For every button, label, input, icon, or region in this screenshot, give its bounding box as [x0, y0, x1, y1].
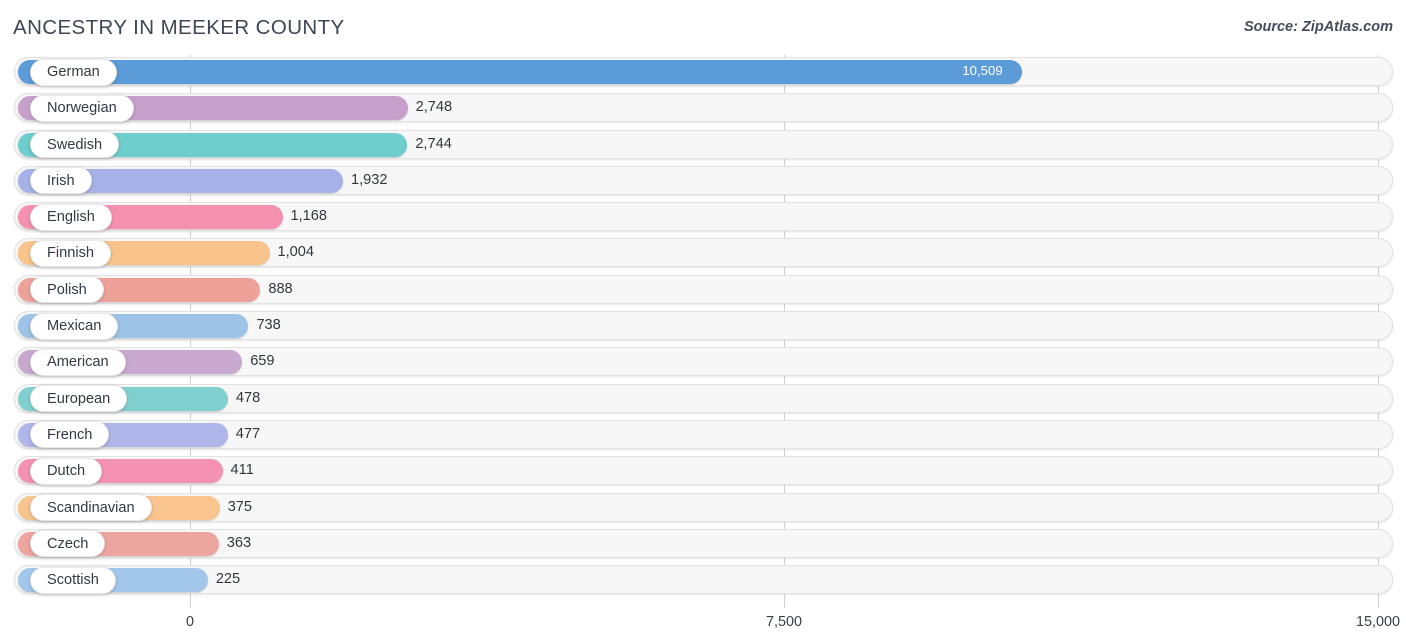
- x-axis: 0 7,500 15,000: [0, 608, 1406, 644]
- bar-value-label: 2,744: [415, 135, 452, 152]
- category-label: English: [47, 209, 95, 226]
- chart-row[interactable]: American 659: [0, 345, 1406, 381]
- category-label-pill[interactable]: German: [30, 58, 117, 86]
- chart-row[interactable]: European 478: [0, 382, 1406, 418]
- category-label-pill[interactable]: European: [30, 385, 128, 413]
- category-label-pill[interactable]: French: [30, 421, 110, 449]
- bar-value-label: 375: [227, 498, 253, 515]
- category-label: Scandinavian: [47, 499, 135, 516]
- chart-row[interactable]: Finnish 1,004: [0, 236, 1406, 272]
- category-label-pill[interactable]: Irish: [30, 167, 92, 195]
- category-label: Polish: [47, 281, 87, 298]
- category-label-pill[interactable]: Polish: [30, 276, 104, 304]
- bar-value-label: 411: [230, 462, 254, 479]
- chart-row[interactable]: English 1,168: [0, 200, 1406, 236]
- category-label-pill[interactable]: Norwegian: [30, 94, 134, 122]
- source-attribution: Source: ZipAtlas.com: [1243, 19, 1393, 35]
- bar-value-label: 2,748: [415, 99, 453, 116]
- category-label-pill[interactable]: English: [30, 203, 112, 231]
- bar-value-label: 738: [256, 317, 281, 334]
- chart-row[interactable]: Norwegian 2,748: [0, 91, 1406, 127]
- category-label: Norwegian: [47, 100, 117, 117]
- category-label: Dutch: [47, 463, 86, 480]
- bar-value-label: 10,509: [962, 63, 1003, 78]
- category-label: French: [47, 426, 93, 443]
- chart-row[interactable]: Swedish 2,744: [0, 128, 1406, 164]
- bar[interactable]: [18, 60, 1023, 84]
- chart-row[interactable]: Czech 363: [0, 527, 1406, 563]
- bar-rows: German 10,509 Norwegian 2,748 Swedish 2,744 Ir…: [0, 55, 1406, 599]
- bar-value-label: 225: [215, 571, 241, 588]
- category-label-pill[interactable]: Swedish: [30, 131, 120, 159]
- bar-value-label: 1,168: [290, 208, 328, 225]
- bar-value-label: 478: [235, 389, 261, 406]
- chart-row[interactable]: Scottish 225: [0, 563, 1406, 599]
- category-label: Irish: [47, 172, 75, 189]
- chart-row[interactable]: Polish 888: [0, 273, 1406, 309]
- chart-header: ANCESTRY IN MEEKER COUNTY Source: ZipAtl…: [0, 0, 1406, 55]
- x-axis-tick-label: 15,000: [1355, 614, 1401, 630]
- category-label-pill[interactable]: Finnish: [30, 239, 112, 267]
- bar-value-label: 888: [268, 280, 293, 297]
- x-axis-tick-label: 0: [185, 614, 195, 630]
- chart-row[interactable]: Scandinavian 375: [0, 491, 1406, 527]
- category-label-pill[interactable]: Scottish: [30, 566, 116, 594]
- category-label: Scottish: [47, 572, 99, 589]
- bar-track: [14, 528, 1393, 558]
- chart-row[interactable]: Mexican 738: [0, 309, 1406, 345]
- chart-plot-area: German 10,509 Norwegian 2,748 Swedish 2,744 Ir…: [0, 55, 1406, 608]
- chart-row[interactable]: Dutch 411: [0, 454, 1406, 490]
- bar-value-label: 659: [250, 353, 275, 370]
- category-label: Swedish: [47, 136, 103, 153]
- category-label-pill[interactable]: Mexican: [30, 312, 119, 340]
- category-label-pill[interactable]: Czech: [30, 530, 106, 558]
- category-label-pill[interactable]: American: [30, 348, 126, 376]
- bar-value-label: 363: [226, 534, 252, 551]
- bar-value-label: 1,932: [351, 171, 388, 188]
- page-title: ANCESTRY IN MEEKER COUNTY: [13, 16, 345, 39]
- x-axis-tick-label: 7,500: [765, 614, 803, 630]
- bar-value-label: 1,004: [277, 244, 315, 261]
- category-label: American: [47, 354, 109, 371]
- category-label: European: [47, 390, 111, 407]
- category-label: Czech: [47, 535, 89, 552]
- category-label-pill[interactable]: Scandinavian: [30, 494, 152, 522]
- category-label: German: [47, 64, 100, 80]
- category-label-pill[interactable]: Dutch: [30, 457, 103, 485]
- chart-row[interactable]: French 477: [0, 418, 1406, 454]
- category-label: Finnish: [47, 245, 95, 262]
- bar-value-label: 477: [235, 425, 261, 442]
- chart-row[interactable]: German 10,509: [0, 55, 1406, 91]
- category-label: Mexican: [47, 318, 102, 335]
- chart-row[interactable]: Irish 1,932: [0, 164, 1406, 200]
- bar-track: [14, 492, 1393, 522]
